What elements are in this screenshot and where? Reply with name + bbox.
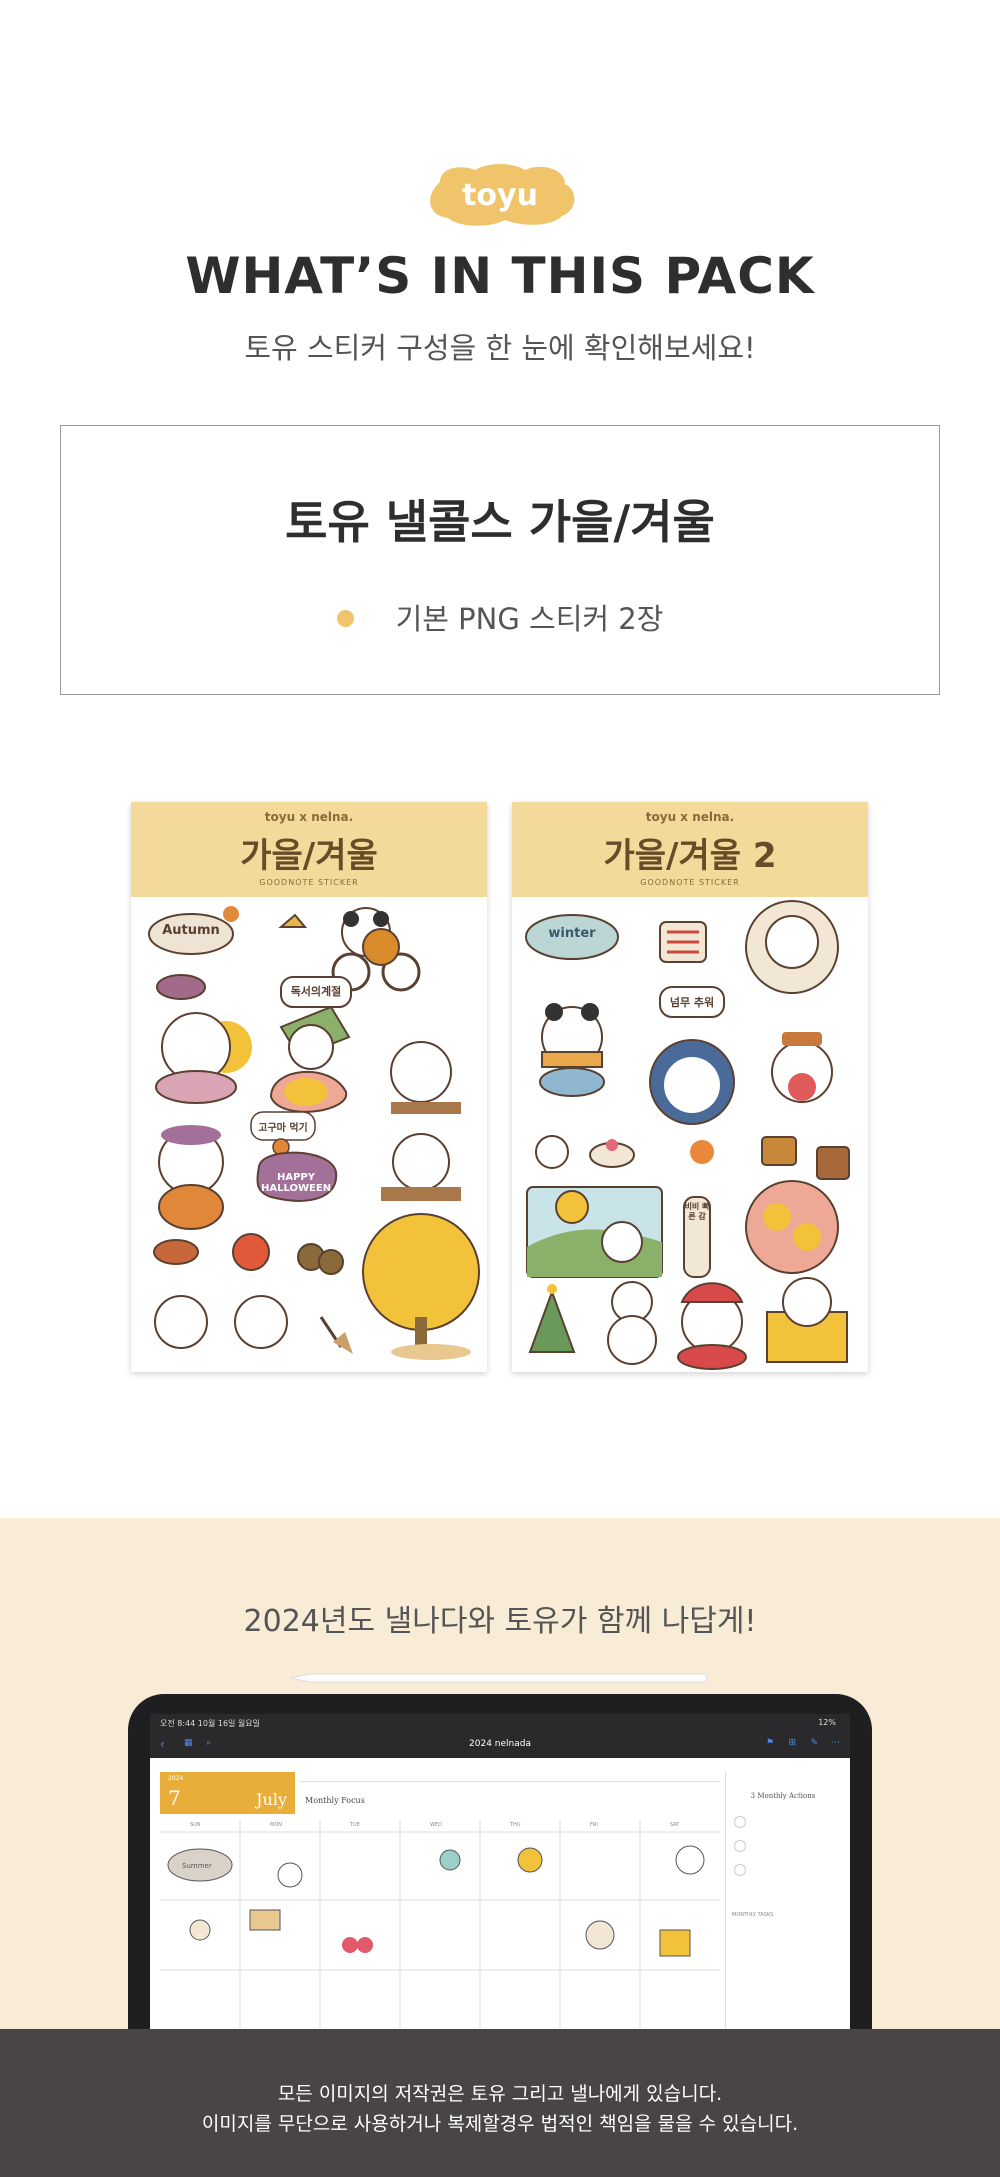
- edit-icon[interactable]: ✎: [810, 1738, 818, 1748]
- planner-page[interactable]: 2024 7 July Monthly Focus SUN MON TUE WE…: [160, 1772, 840, 2072]
- action-number-3: [734, 1864, 746, 1876]
- battery-level: 12%: [818, 1718, 836, 1727]
- monthly-actions-panel[interactable]: 3 Monthly Actions MONTHLY TASKS: [725, 1772, 840, 2072]
- focus-label: Monthly Focus: [305, 1796, 365, 1805]
- sheet-brand: toyu x nelna.: [645, 810, 735, 824]
- weekday-wed: WED: [430, 1822, 442, 1828]
- sheet-subtitle: GOODNOTE STICKER: [259, 878, 359, 887]
- status-bar: 오전 8:44 10월 16일 월요일 12%: [150, 1714, 850, 1732]
- action-number-2: [734, 1840, 746, 1852]
- month-number: 7: [168, 1786, 181, 1810]
- month-name: July: [256, 1790, 287, 1809]
- page-headline: WHAT’S IN THIS PACK: [185, 247, 815, 305]
- pack-box: 토유 낼콜스 가을/겨울 기본 PNG 스티커 2장: [60, 425, 940, 695]
- copyright-line-1: 모든 이미지의 저작권은 토유 그리고 낼나에게 있습니다.: [277, 2083, 723, 2105]
- weekday-tue: TUE: [350, 1822, 360, 1828]
- sticker-label-cold: 넘무 추워: [669, 996, 715, 1009]
- sticker-label-sweet-potato: 고구마 먹기: [258, 1123, 308, 1134]
- month-header: 2024 7 July: [160, 1772, 295, 1814]
- tab-strip[interactable]: [300, 1772, 720, 1782]
- pack-item: 기본 PNG 스티커 2장: [61, 596, 939, 638]
- page-subline: 토유 스티커 구성을 한 눈에 확인해보세요!: [244, 331, 756, 365]
- copyright-line-2: 이미지를 무단으로 사용하거나 복제할경우 법적인 책임을 물을 수 있습니다.: [201, 2113, 799, 2135]
- toyu-logo: toyu: [430, 164, 575, 226]
- sticker-label-persimmon: 비비 빠른 감: [684, 1202, 710, 1221]
- tablet-screen: 오전 8:44 10월 16일 월요일 12% ‹ ▦ ⌕ 2024 nelna…: [150, 1714, 850, 2074]
- sticker-label-autumn: Autumn: [162, 923, 220, 938]
- add-page-icon[interactable]: ⊞: [788, 1738, 796, 1748]
- sheet-header: toyu x nelna. 가을/겨울 2 GOODNOTE STICKER: [512, 802, 868, 897]
- weekday-fri: FRI: [590, 1822, 598, 1828]
- sheet-brand: toyu x nelna.: [264, 810, 354, 824]
- monthly-tasks-title: MONTHLY TASKS: [732, 1912, 774, 1918]
- sheet-header: toyu x nelna. 가을/겨울 GOODNOTE STICKER: [131, 802, 487, 897]
- stylus-pencil-icon: [290, 1673, 707, 1683]
- sheet-subtitle: GOODNOTE STICKER: [640, 878, 740, 887]
- logo-text: toyu: [462, 178, 538, 213]
- year-label: 2024: [168, 1775, 184, 1782]
- action-number-1: [734, 1816, 746, 1828]
- sheet-title: 가을/겨울: [240, 836, 378, 876]
- pack-title: 토유 낼콜스 가을/겨울: [285, 495, 715, 549]
- sheet-stickers: [525, 900, 850, 1370]
- status-time: 오전 8:44 10월 16일 월요일: [160, 1719, 261, 1728]
- weekday-mon: MON: [270, 1822, 282, 1828]
- pack-item-label: 기본 PNG 스티커 2장: [395, 602, 664, 636]
- app-toolbar: ‹ ▦ ⌕ 2024 nelnada ⚑ ⊞ ✎ ⋯: [150, 1732, 850, 1758]
- sheet-stickers: [148, 906, 480, 1360]
- bullet-dot-icon: [336, 609, 354, 627]
- weekday-sat: SAT: [670, 1822, 680, 1828]
- sticker-label-halloween: HAPPY HALLOWEEN: [261, 1172, 332, 1194]
- weekday-sun: SUN: [190, 1822, 201, 1828]
- document-title[interactable]: 2024 nelnada: [150, 1739, 850, 1749]
- sticker-label-winter: winter: [548, 926, 596, 941]
- promo-title: 2024년도 낼나다와 토유가 함께 나답게!: [243, 1604, 757, 1639]
- summer-sticker-label: Summer: [182, 1862, 212, 1870]
- sticker-label-reading: 독서의계절: [290, 985, 342, 998]
- sticker-sheet-2: toyu x nelna. 가을/겨울 2 GOODNOTE STICKER w…: [512, 802, 868, 1372]
- weekday-thu: THU: [510, 1822, 521, 1828]
- monthly-actions-title: 3 Monthly Actions: [750, 1792, 816, 1800]
- bookmark-icon[interactable]: ⚑: [766, 1738, 774, 1748]
- sheet-title: 가을/겨울 2: [603, 836, 777, 876]
- sticker-sheet-1: toyu x nelna. 가을/겨울 GOODNOTE STICKER Aut…: [131, 802, 487, 1372]
- copyright-footer: 모든 이미지의 저작권은 토유 그리고 낼나에게 있습니다. 이미지를 무단으로…: [0, 2029, 1000, 2177]
- more-icon[interactable]: ⋯: [831, 1738, 840, 1748]
